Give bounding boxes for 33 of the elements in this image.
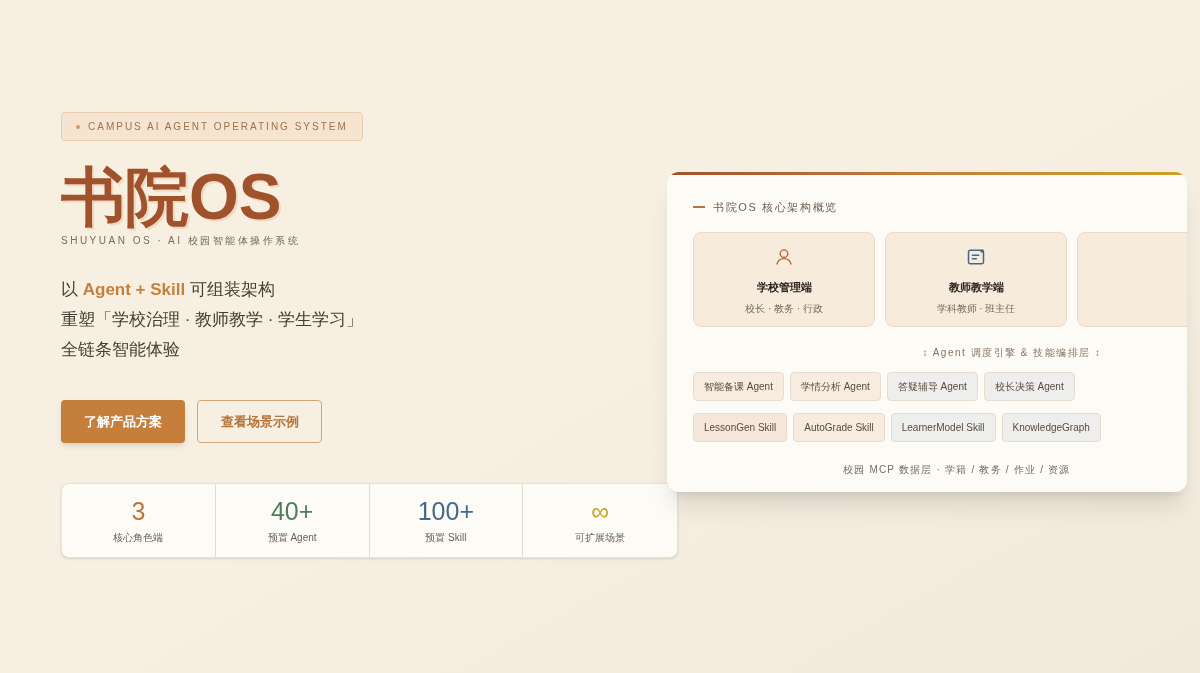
role-name: 教师教学端 [948, 279, 1004, 295]
product-title: 书院OS [61, 161, 283, 233]
tagline-line: 全链条智能体验 [61, 340, 181, 360]
tag-chip: 学情分析 Agent [789, 371, 881, 401]
stat-value: 40+ [270, 496, 314, 526]
stat-label: 预置 Agent [267, 531, 317, 545]
tag-chip: 校长决策 Agent [983, 371, 1075, 401]
tag-chip: KnowledgeGraph [1001, 412, 1101, 442]
role-members: 学科教师 · 班主任 [936, 302, 1016, 316]
tag-chip: AutoGrade Skill [793, 412, 885, 442]
tag-chip: LessonGen Skill [693, 412, 788, 442]
dash-icon [693, 206, 705, 209]
stat-label: 预置 Skill [425, 531, 467, 545]
panel-title: 书院OS 核心架构概览 [713, 200, 839, 215]
stat-label: 可扩展场景 [575, 531, 626, 545]
tagline-line: 重塑「学校治理 · 教师教学 · 学生学习」 [61, 310, 365, 330]
product-subtitle: SHUYUAN OS · AI 校园智能体操作系统 [61, 234, 302, 248]
role-members: 校长 · 教务 · 行政 [745, 302, 823, 316]
tag-chip: LearnerModel Skill [890, 412, 996, 442]
tag-chip: 答疑辅导 Agent [886, 371, 978, 401]
stat-value: ∞ [591, 496, 610, 526]
primary-button[interactable]: 了解产品方案 [61, 400, 185, 443]
engine-label: ↕ Agent 调度引擎 & 技能编排层 ↕ [922, 345, 1102, 360]
stat-value: 100+ [417, 496, 475, 526]
stat-value: 3 [131, 496, 146, 526]
role-name: 学校管理端 [756, 279, 812, 295]
badge-text: CAMPUS AI AGENT OPERATING SYSTEM [88, 120, 348, 134]
tag-chip: 智能备课 Agent [693, 371, 784, 401]
stat-label: 核心角色端 [113, 531, 164, 545]
person-icon [774, 246, 794, 267]
tagline-line: 以 Agent + Skill 可组装架构 [61, 280, 276, 300]
secondary-button[interactable]: 查看场景示例 [197, 400, 322, 443]
data-layer-label: 校园 MCP 数据层 · 学籍 / 教务 / 作业 / 资源 [843, 462, 1072, 477]
